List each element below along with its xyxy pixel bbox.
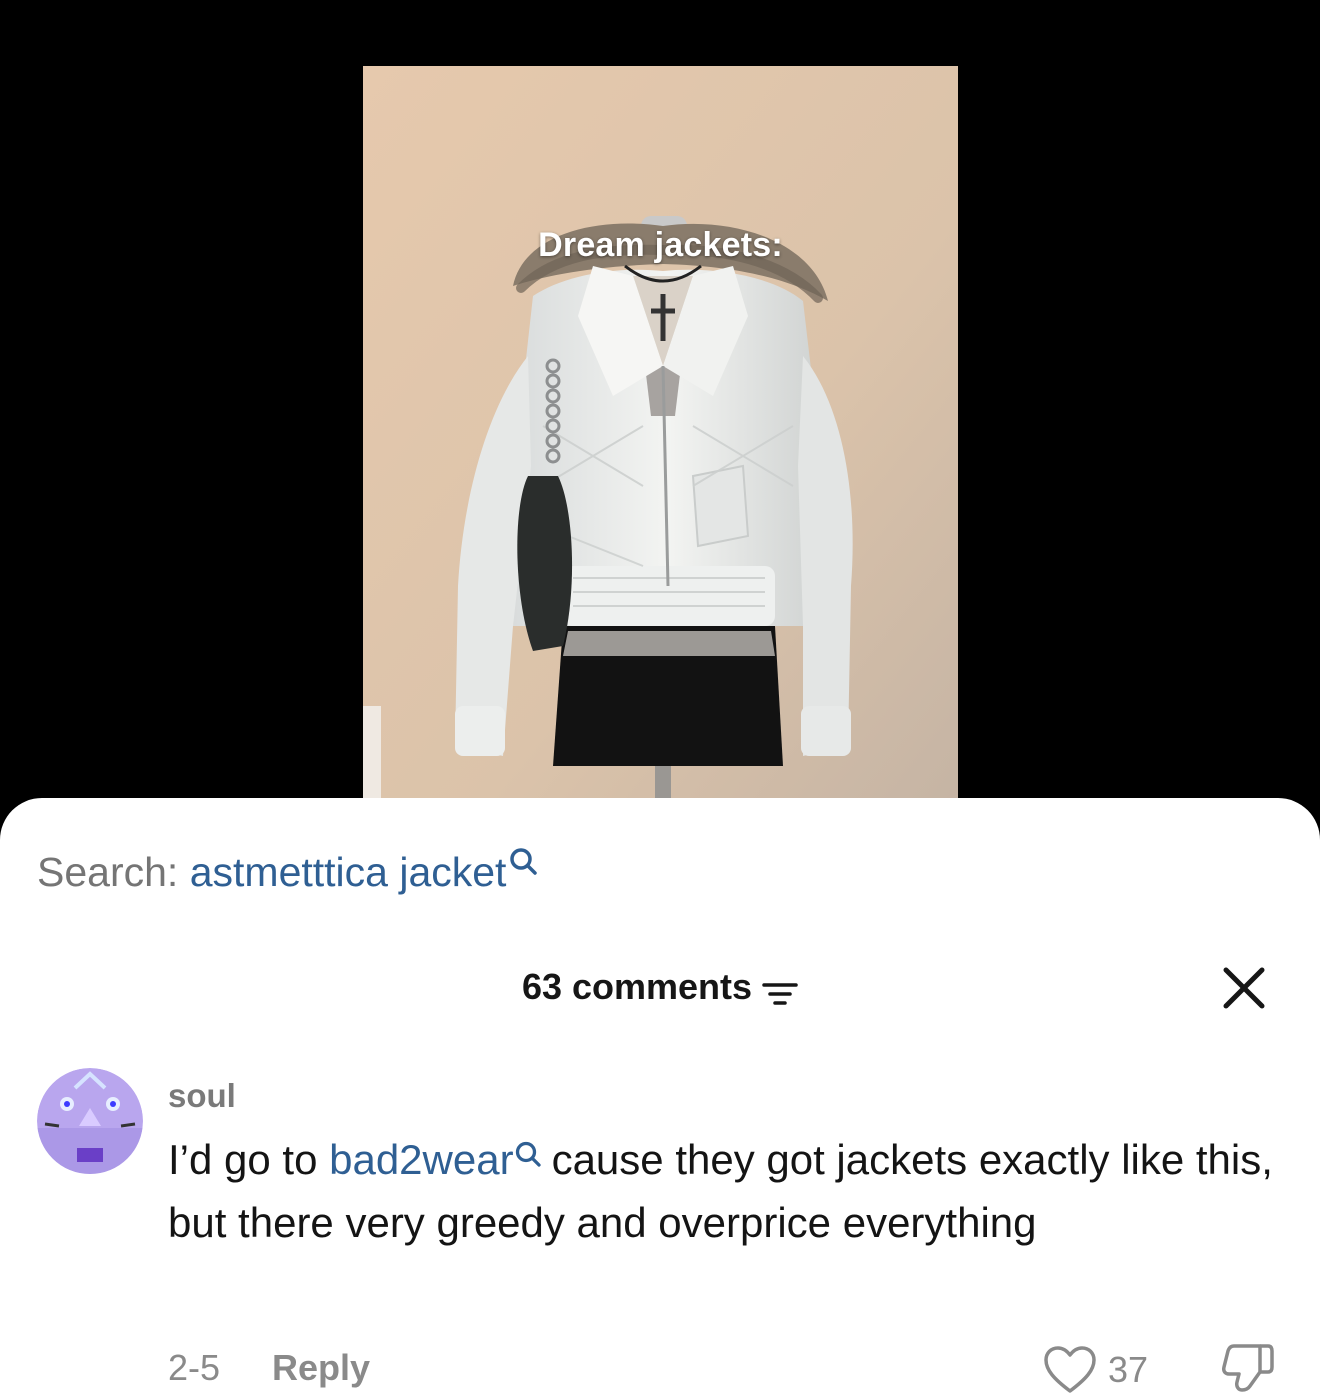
reply-button[interactable]: Reply <box>272 1344 370 1392</box>
mention-link[interactable]: bad2wear <box>329 1136 513 1183</box>
comment-date: 2-5 <box>168 1347 221 1388</box>
close-icon[interactable] <box>1218 962 1270 1014</box>
heart-icon <box>1044 1346 1096 1393</box>
comments-sheet: Search: astmetttica jacket 63 comments s… <box>0 798 1320 1394</box>
filter-icon[interactable] <box>762 972 798 1006</box>
search-term-link[interactable]: astmetttica jacket <box>190 849 507 895</box>
like-button[interactable]: 37 <box>1042 1344 1148 1394</box>
like-count: 37 <box>1108 1349 1149 1390</box>
comment-count-label: 63 comments <box>521 966 753 1007</box>
comment-text: I’d go to bad2wear cause they got jackets… <box>168 1128 1278 1254</box>
search-prefix-label: Search: <box>37 849 179 895</box>
video-caption: Dream jackets: <box>538 226 783 264</box>
video-photo[interactable]: Dream jackets: <box>363 66 958 806</box>
search-suggestion[interactable]: Search: astmetttica jacket <box>37 844 538 900</box>
tiktok-screen: Dream jackets: Search: astmetttica jacke… <box>0 0 1320 1394</box>
search-icon <box>508 844 538 884</box>
search-icon <box>514 1132 542 1170</box>
comment-meta: 2-5 Reply <box>168 1344 370 1392</box>
thumbs-down-icon[interactable] <box>1220 1342 1276 1394</box>
comment-username[interactable]: soul <box>168 1074 236 1118</box>
avatar[interactable] <box>37 1068 143 1174</box>
comment-text-before-mention: I’d go to <box>168 1136 330 1183</box>
jacket-photo-illustration <box>363 66 958 806</box>
comments-header: 63 comments <box>0 962 1320 1012</box>
